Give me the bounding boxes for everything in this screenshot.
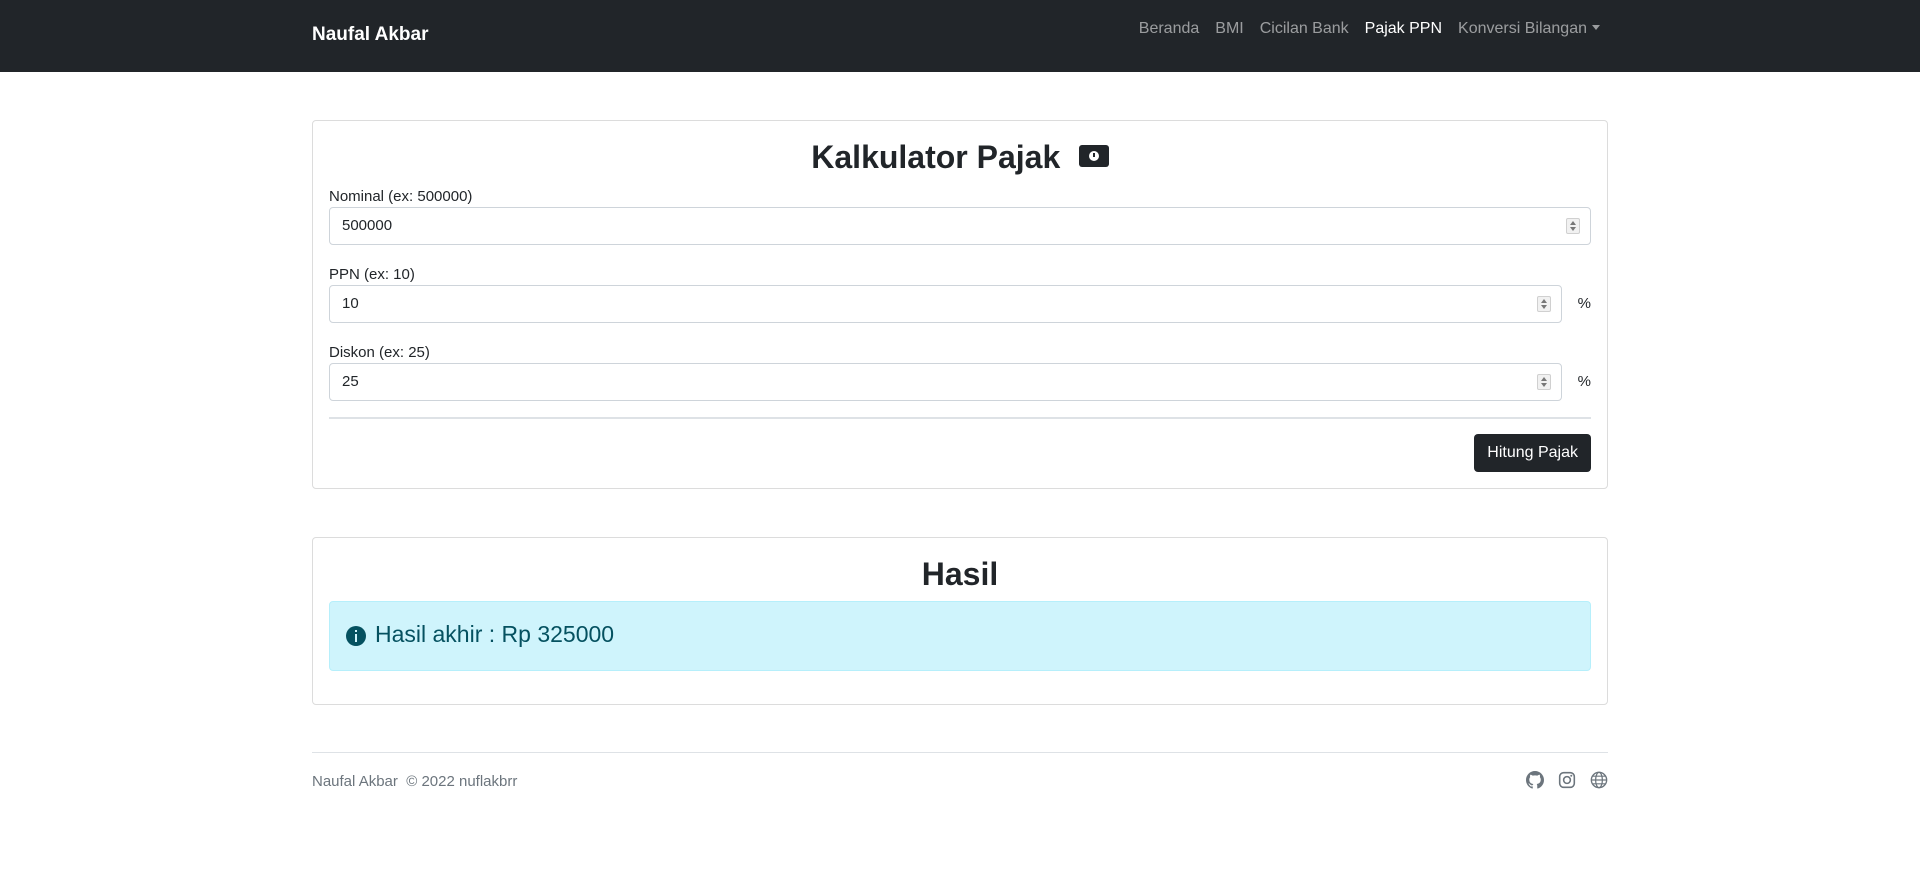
footer-divider	[312, 752, 1608, 753]
nav-link-cicilan-bank[interactable]: Cicilan Bank	[1260, 19, 1349, 39]
brand[interactable]: Naufal Akbar	[312, 24, 429, 46]
diskon-percent-label: %	[1577, 373, 1591, 390]
ppn-value: 10	[342, 295, 359, 312]
info-circle-icon	[346, 626, 366, 646]
ppn-spinner-icon[interactable]	[1537, 296, 1551, 312]
result-title: Hasil	[921, 556, 999, 592]
divider	[329, 417, 1591, 419]
result-text: Hasil akhir : Rp 325000	[375, 621, 615, 647]
nominal-input[interactable]: 500000	[329, 207, 1591, 245]
nominal-spinner-icon[interactable]	[1566, 218, 1580, 234]
nav-dropdown-label: Konversi Bilangan	[1458, 20, 1587, 37]
ppn-percent-label: %	[1577, 295, 1591, 312]
nav-links: Beranda BMI Cicilan Bank Pajak PPN Konve…	[1123, 19, 1600, 39]
result-alert: Hasil akhir : Rp 325000	[329, 601, 1591, 671]
github-icon[interactable]	[1526, 771, 1544, 789]
nav-link-beranda[interactable]: Beranda	[1139, 19, 1200, 39]
diskon-value: 25	[342, 373, 359, 390]
diskon-label: Diskon (ex: 25)	[329, 344, 430, 361]
instagram-icon[interactable]	[1558, 771, 1576, 789]
calculator-title: Kalkulator Pajak	[811, 139, 1061, 175]
calculator-title-row: Kalkulator Pajak	[313, 139, 1607, 176]
navbar: Naufal Akbar Beranda BMI Cicilan Bank Pa…	[0, 0, 1920, 72]
nominal-value: 500000	[342, 217, 393, 234]
nav-link-pajak-ppn[interactable]: Pajak PPN	[1365, 19, 1442, 39]
diskon-input[interactable]: 25	[329, 363, 1562, 401]
footer-icons	[1512, 771, 1608, 789]
caret-down-icon	[1592, 25, 1600, 30]
globe-icon[interactable]	[1590, 771, 1608, 789]
diskon-spinner-icon[interactable]	[1537, 374, 1551, 390]
nav-dropdown-konversi-bilangan[interactable]: Konversi Bilangan	[1458, 19, 1600, 39]
result-title-row: Hasil	[313, 556, 1607, 593]
ppn-label: PPN (ex: 10)	[329, 266, 415, 283]
ppn-input[interactable]: 10	[329, 285, 1562, 323]
hitung-pajak-button[interactable]: Hitung Pajak	[1474, 434, 1591, 472]
footer-text: Naufal Akbar © 2022 nuflakbrr	[312, 773, 518, 790]
nav-link-bmi[interactable]: BMI	[1215, 19, 1243, 39]
info-badge-icon[interactable]	[1078, 144, 1109, 167]
nominal-label: Nominal (ex: 500000)	[329, 188, 473, 205]
calculator-card: Kalkulator Pajak Nominal (ex: 500000) 50…	[312, 120, 1608, 489]
result-card: Hasil Hasil akhir : Rp 325000	[312, 537, 1608, 705]
